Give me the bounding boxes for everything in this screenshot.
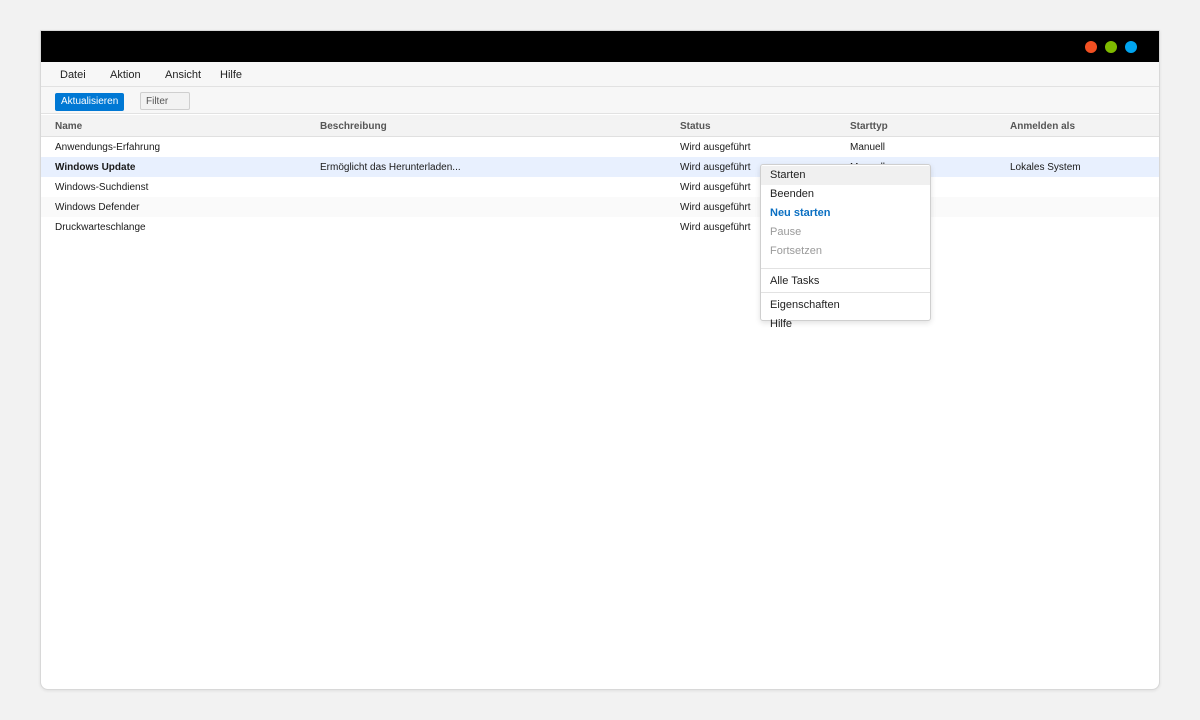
table-row[interactable]: Anwendungs-Erfahrung Wird ausgeführt Man… [41,137,1159,157]
service-name: Windows-Suchdienst [55,182,149,193]
maximize-window-button[interactable] [1125,41,1137,53]
service-start-type: Manuell [850,142,886,153]
service-status: Wird ausgeführt [680,182,751,193]
service-name: Druckwarteschlange [55,222,146,233]
service-description: Ermöglicht das Herunterladen... [320,162,461,173]
menu-bar: Datei Aktion Ansicht Hilfe [41,62,1159,87]
toolbar: Aktualisieren [41,87,1159,114]
context-menu-separator [761,292,930,293]
context-menu-help[interactable]: Hilfe [770,318,792,330]
filter-input[interactable] [140,92,190,110]
service-name: Windows Update [55,162,136,173]
column-header-name[interactable]: Name [55,121,82,132]
menu-aktion[interactable]: Aktion [110,69,141,82]
close-window-button[interactable] [1085,41,1097,53]
context-menu-all-tasks[interactable]: Alle Tasks [761,272,930,291]
service-name: Anwendungs-Erfahrung [55,142,161,153]
menu-ansicht[interactable]: Ansicht [165,69,201,82]
table-row-selected[interactable]: Windows Update Ermöglicht das Herunterla… [41,157,1159,177]
context-menu-resume: Fortsetzen [770,245,822,257]
service-status: Wird ausgeführt [680,202,751,213]
context-menu-restart[interactable]: Neu starten [761,204,930,223]
column-header-login[interactable]: Anmelden als [1010,121,1075,132]
table-header: Name Beschreibung Status Starttyp Anmeld… [41,115,1159,137]
minimize-window-button[interactable] [1105,41,1117,53]
context-menu-pause: Pause [770,226,802,238]
context-menu-stop[interactable]: Beenden [761,185,930,204]
context-menu: Starten Beenden Neu starten Pause Fortse… [760,164,931,321]
service-login: Lokales System [1010,162,1081,173]
service-status: Wird ausgeführt [680,162,751,173]
menu-datei[interactable]: Datei [60,69,86,82]
column-header-status[interactable]: Status [680,121,711,132]
column-header-start-type[interactable]: Starttyp [850,121,888,132]
context-menu-start[interactable]: Starten [761,166,930,185]
column-header-description[interactable]: Beschreibung [320,121,387,132]
table-row[interactable]: Windows-Suchdienst Wird ausgeführt [41,177,1159,197]
context-menu-properties[interactable]: Eigenschaften [761,296,930,315]
service-status: Wird ausgeführt [680,222,751,233]
menu-hilfe[interactable]: Hilfe [220,69,242,82]
context-menu-separator [761,268,930,269]
table-row[interactable]: Druckwarteschlange Wird ausgeführt [41,217,1159,237]
title-bar [41,31,1159,62]
service-name: Windows Defender [55,202,140,213]
service-status: Wird ausgeführt [680,142,751,153]
services-window: Datei Aktion Ansicht Hilfe Aktualisieren… [40,30,1160,690]
refresh-button[interactable]: Aktualisieren [55,93,125,111]
table-row[interactable]: Windows Defender Wird ausgeführt [41,197,1159,217]
